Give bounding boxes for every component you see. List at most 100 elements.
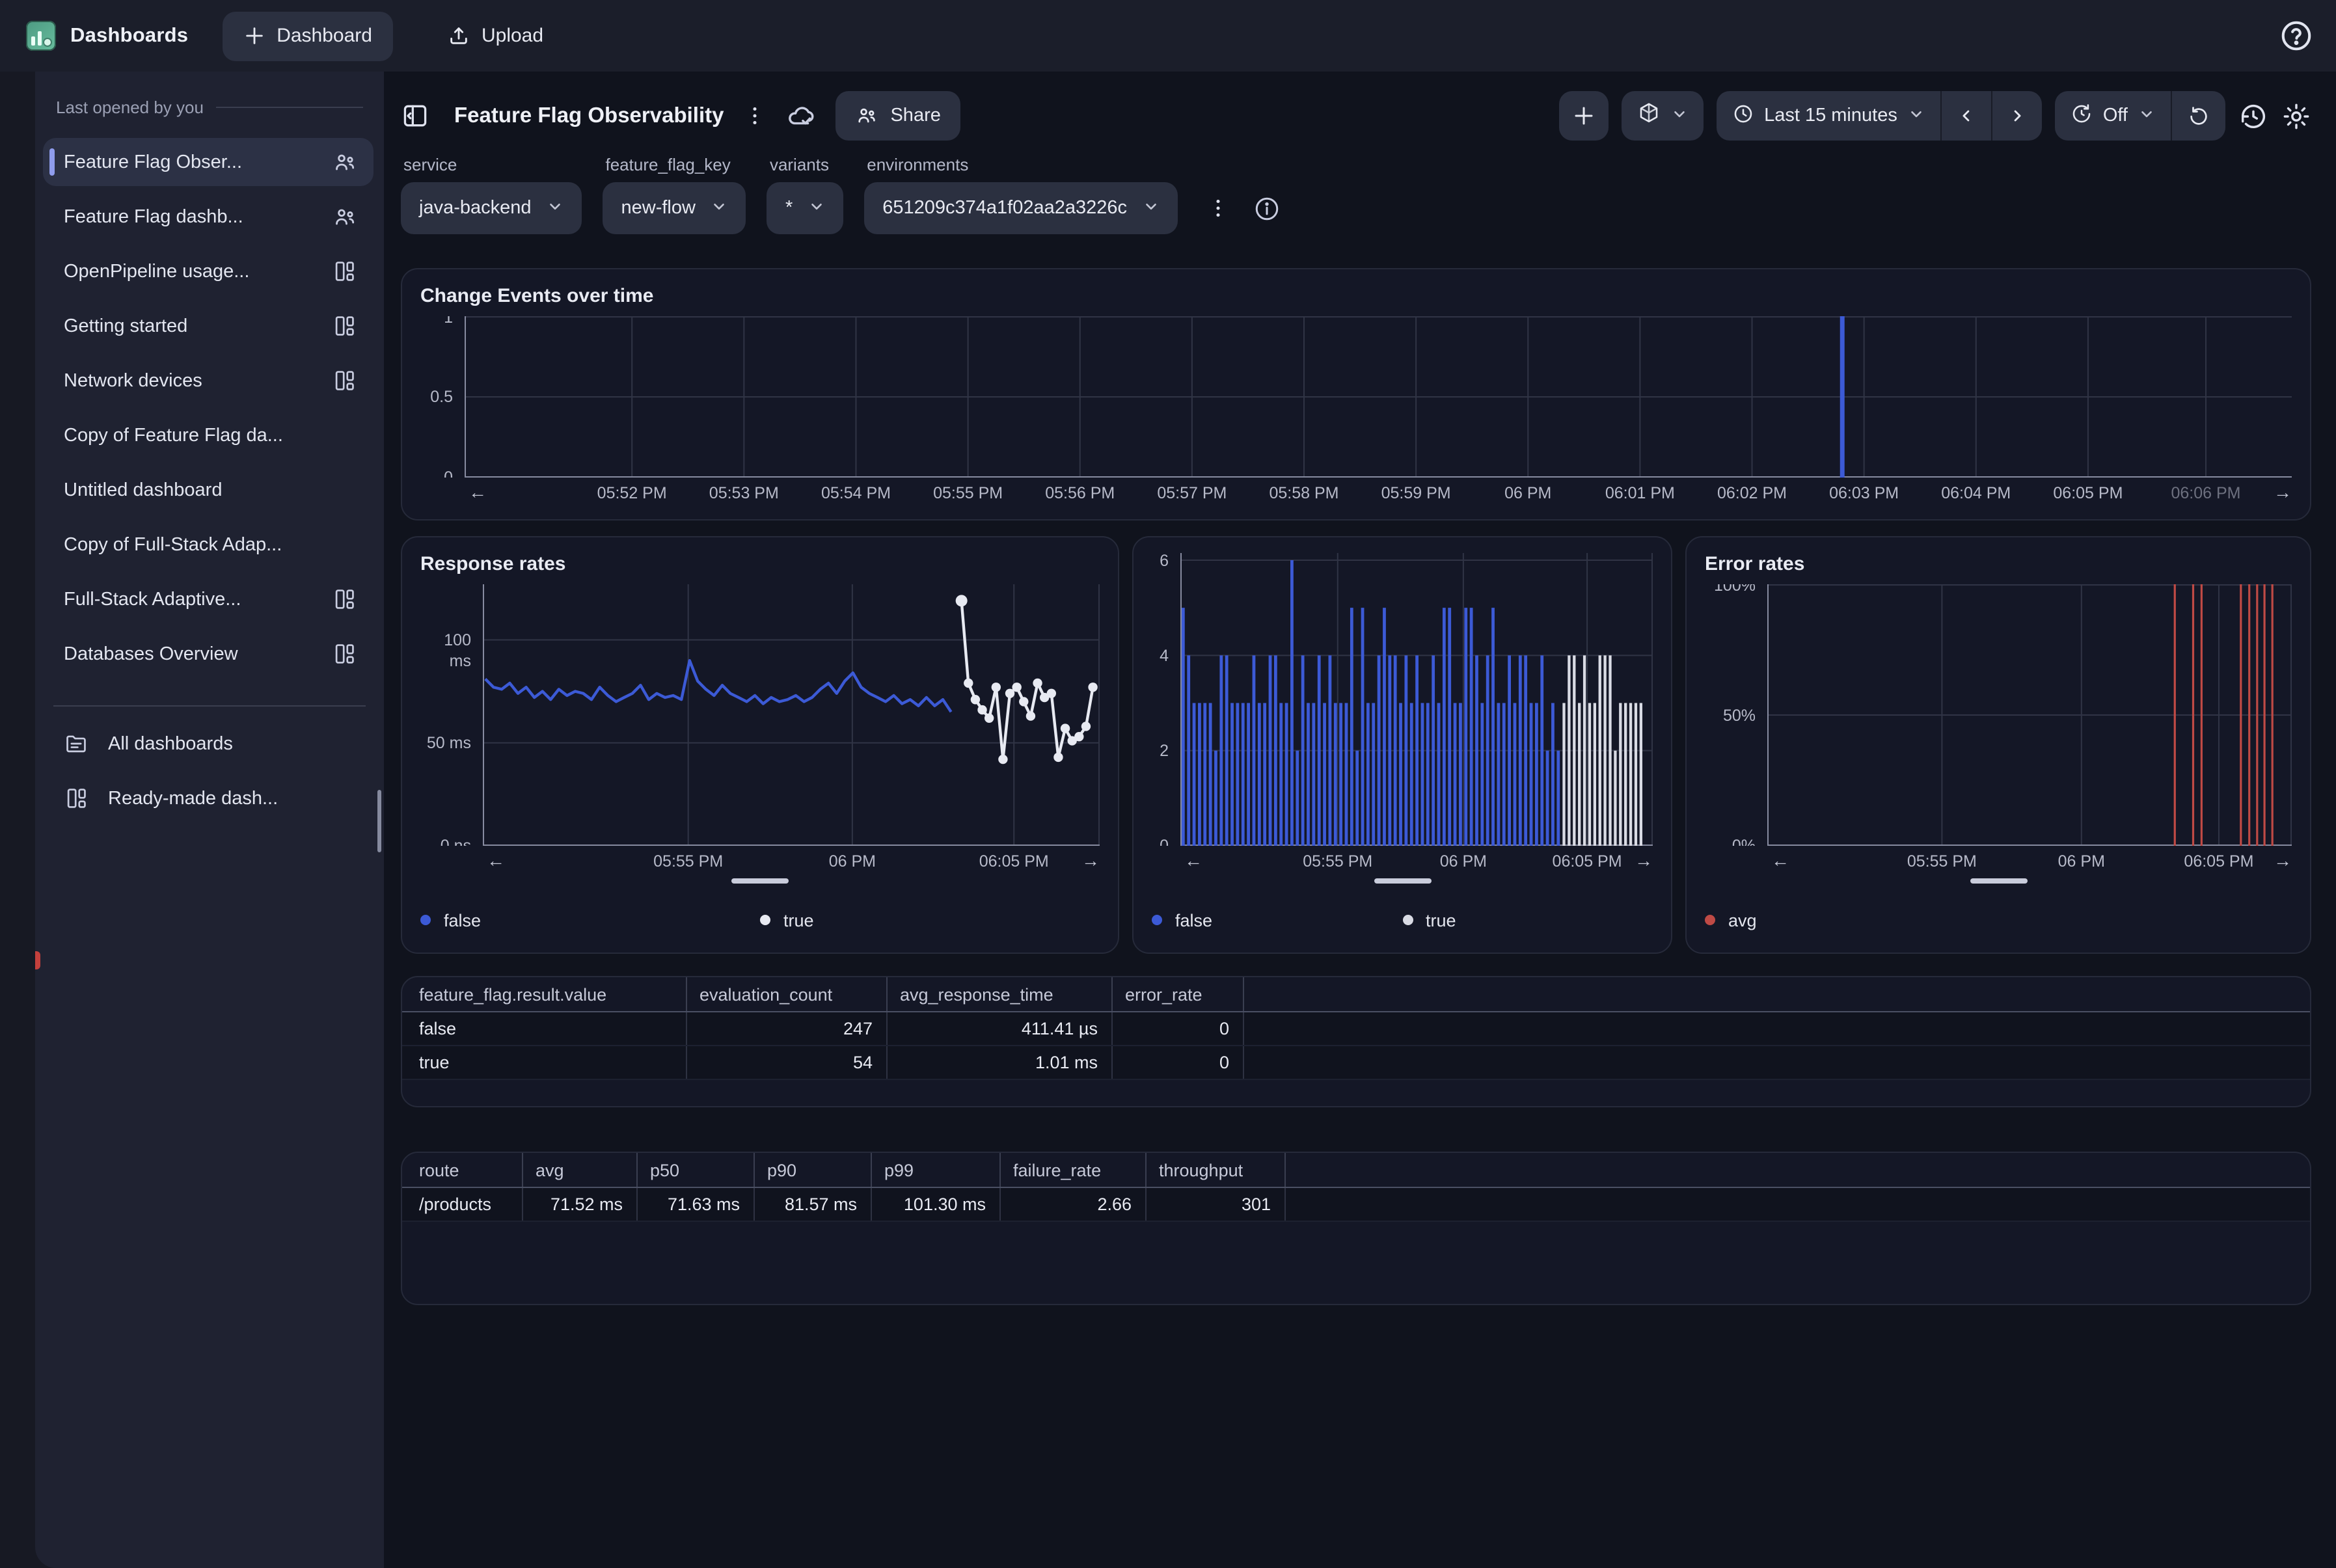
dashboard-header: Feature Flag Observability Share	[401, 87, 2311, 144]
pan-right-arrow[interactable]: →	[1635, 850, 1653, 871]
column-header[interactable]: failure_rate	[999, 1153, 1145, 1187]
time-forward-button[interactable]	[1992, 91, 2042, 141]
evaluation-counts-chart: 642005:55 PM06 PM06:05 PM←→	[1152, 553, 1653, 887]
chart-scroll-handle[interactable]	[731, 879, 789, 884]
pan-left-arrow[interactable]: ←	[469, 481, 487, 502]
share-label: Share	[890, 105, 940, 126]
new-dashboard-button[interactable]: Dashboard	[222, 11, 393, 61]
column-header[interactable]: avg_response_time	[886, 977, 1111, 1012]
upload-button[interactable]: Upload	[427, 11, 564, 61]
x-tick-label: 06:05 PM	[1553, 852, 1622, 871]
table-cell: 101.30 ms	[871, 1187, 999, 1221]
response-rates-plot[interactable]: 100 ms50 ms0 ns	[420, 584, 1100, 846]
share-button[interactable]: Share	[835, 91, 960, 141]
clock-icon	[1732, 102, 1754, 129]
x-tick-label: 05:55 PM	[1303, 852, 1372, 871]
table-row[interactable]: false247411.41 µs0	[402, 1012, 2310, 1046]
time-back-button[interactable]	[1942, 91, 1991, 141]
x-tick-label: 06 PM	[1504, 484, 1551, 502]
grid-icon	[332, 313, 358, 339]
x-tick-label: 05:58 PM	[1269, 484, 1338, 502]
sidebar-item[interactable]: Network devices	[43, 357, 373, 405]
sidebar-footer-item[interactable]: Ready-made dash...	[43, 774, 373, 822]
new-dashboard-label: Dashboard	[277, 25, 372, 47]
filter-label: service	[403, 155, 580, 174]
sidebar-item[interactable]: Copy of Full-Stack Adap...	[43, 520, 373, 569]
sidebar-item[interactable]: Getting started	[43, 302, 373, 350]
y-tick-label: 100%	[1705, 584, 1756, 595]
pan-right-arrow[interactable]: →	[2274, 481, 2292, 502]
sidebar-item[interactable]: Feature Flag Obser...	[43, 138, 373, 186]
legend-item-true[interactable]: true	[760, 910, 1100, 930]
history-icon[interactable]	[2238, 101, 2268, 131]
table-row[interactable]: /products71.52 ms71.63 ms81.57 ms101.30 …	[402, 1187, 2310, 1221]
legend-label: true	[783, 910, 814, 930]
table-cell: true	[402, 1046, 686, 1079]
pan-right-arrow[interactable]: →	[2274, 850, 2292, 871]
column-header[interactable]: p90	[754, 1153, 871, 1187]
pan-right-arrow[interactable]: →	[1081, 850, 1100, 871]
header-filler	[1243, 977, 2310, 1012]
table-row[interactable]: true541.01 ms0	[402, 1046, 2310, 1079]
sidebar-item[interactable]: Copy of Feature Flag da...	[43, 411, 373, 459]
filter-select-environments[interactable]: 651209c374a1f02aa2a3226c	[864, 182, 1178, 234]
column-header[interactable]: avg	[522, 1153, 636, 1187]
y-tick-label: 4	[1152, 645, 1169, 666]
column-header[interactable]: error_rate	[1111, 977, 1243, 1012]
sidebar-item[interactable]: Untitled dashboard	[43, 466, 373, 514]
table-cell: 71.52 ms	[522, 1187, 636, 1221]
add-panel-button[interactable]	[1558, 91, 1608, 141]
row-filler	[1284, 1187, 2310, 1221]
auto-refresh-select[interactable]: Off	[2055, 91, 2171, 141]
filter-select-service[interactable]: java-backend	[401, 182, 582, 234]
error-rates-plot[interactable]: 100%50%0%	[1705, 584, 2292, 846]
column-header[interactable]: p99	[871, 1153, 999, 1187]
filter-value: 651209c374a1f02aa2a3226c	[882, 198, 1127, 219]
column-header[interactable]: feature_flag.result.value	[402, 977, 686, 1012]
filter-select-variants[interactable]: *	[767, 182, 843, 234]
y-tick-label: 0.5	[420, 386, 453, 407]
error-rates-chart: 100%50%0%05:55 PM06 PM06:05 PM←→	[1705, 584, 2292, 887]
pan-left-arrow[interactable]: ←	[487, 850, 505, 871]
brand[interactable]: Dashboards	[26, 21, 188, 51]
sidebar-item[interactable]: Feature Flag dashb...	[43, 193, 373, 241]
x-tick-label: 06:03 PM	[1829, 484, 1899, 502]
sidebar-item[interactable]: Databases Overview	[43, 630, 373, 678]
sidebar-item[interactable]: Full-Stack Adaptive...	[43, 575, 373, 623]
legend-label: avg	[1728, 910, 1757, 930]
gear-icon[interactable]	[2281, 101, 2311, 131]
legend-item-avg[interactable]: avg	[1705, 910, 1757, 930]
y-tick-label: 6	[1152, 553, 1169, 571]
x-tick-label: 05:56 PM	[1045, 484, 1115, 502]
chevron-down-icon	[808, 197, 825, 219]
sidebar-scrollbar[interactable]	[377, 790, 381, 852]
refresh-button[interactable]	[2172, 91, 2225, 141]
filter-actions	[1206, 182, 1281, 234]
scope-select[interactable]	[1621, 91, 1703, 141]
sidebar-item[interactable]: OpenPipeline usage...	[43, 247, 373, 295]
scroll-dash-row	[1705, 874, 2292, 887]
cloud-sync-icon[interactable]	[786, 101, 816, 131]
legend-item-true[interactable]: true	[1402, 910, 1653, 930]
pan-left-arrow[interactable]: ←	[1184, 850, 1202, 871]
pan-left-arrow[interactable]: ←	[1771, 850, 1789, 871]
column-header[interactable]: throughput	[1145, 1153, 1284, 1187]
time-range-select[interactable]: Last 15 minutes	[1716, 91, 1940, 141]
chart-scroll-handle[interactable]	[1374, 879, 1431, 884]
kebab-menu-icon[interactable]	[743, 104, 767, 128]
table-cell: 81.57 ms	[754, 1187, 871, 1221]
legend-item-false[interactable]: false	[1152, 910, 1402, 930]
info-icon[interactable]	[1253, 195, 1281, 222]
help-button[interactable]	[2279, 18, 2314, 60]
legend-item-false[interactable]: false	[420, 910, 760, 930]
chart-scroll-handle[interactable]	[1970, 879, 2027, 884]
sidebar-footer-item[interactable]: All dashboards	[43, 720, 373, 768]
change-events-plot[interactable]: 10.50	[420, 316, 2292, 478]
collapse-sidebar-icon[interactable]	[401, 101, 429, 130]
filter-kebab-icon[interactable]	[1206, 196, 1230, 220]
filter-select-feature_flag_key[interactable]: new-flow	[603, 182, 746, 234]
column-header[interactable]: route	[402, 1153, 522, 1187]
evaluation-counts-plot[interactable]: 6420	[1152, 553, 1653, 846]
column-header[interactable]: evaluation_count	[686, 977, 886, 1012]
column-header[interactable]: p50	[636, 1153, 754, 1187]
